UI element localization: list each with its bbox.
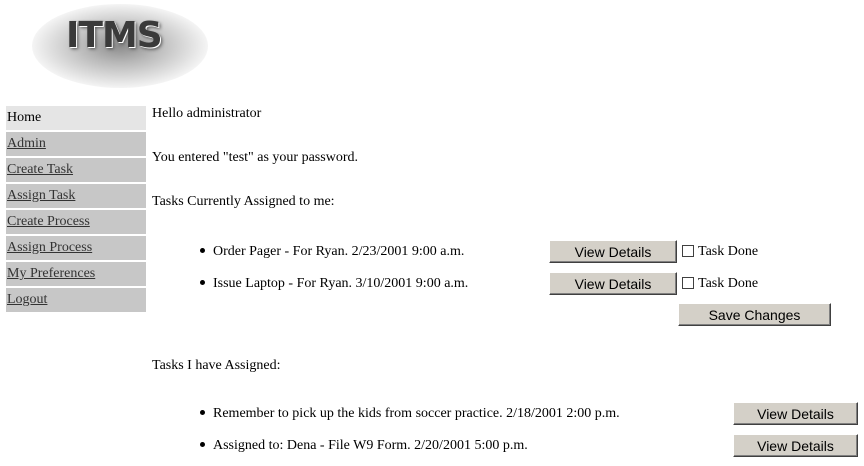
task-done-control: Task Done [682, 240, 758, 264]
task-text: Assigned to: Dena - File W9 Form. 2/20/2… [213, 438, 528, 453]
page: ITMS Home Admin Create Task Assign Task … [0, 0, 864, 466]
list-item: Order Pager - For Ryan. 2/23/2001 9:00 a… [200, 240, 464, 264]
sidebar-item-logout[interactable]: Logout [6, 288, 146, 312]
sidebar-item-assign-process[interactable]: Assign Process [6, 236, 146, 260]
logo-text: ITMS [66, 15, 163, 56]
sidebar-item-create-process[interactable]: Create Process [6, 210, 146, 234]
list-item: Assigned to: Dena - File W9 Form. 2/20/2… [200, 434, 528, 458]
task-done-control: Task Done [682, 272, 758, 296]
logo: ITMS [6, 0, 236, 96]
task-text: Order Pager - For Ryan. 2/23/2001 9:00 a… [213, 244, 465, 259]
bullet-icon [200, 248, 205, 254]
task-text: Issue Laptop - For Ryan. 3/10/2001 9:00 … [213, 276, 469, 291]
sidebar-item-assign-task[interactable]: Assign Task [6, 184, 146, 208]
view-details-button[interactable]: View Details [549, 240, 677, 263]
greeting-text: Hello administrator [152, 106, 262, 121]
sidebar-item-create-task[interactable]: Create Task [6, 158, 146, 182]
task-text: Remember to pick up the kids from soccer… [213, 406, 620, 421]
save-changes-button[interactable]: Save Changes [678, 303, 831, 326]
list-item: Remember to pick up the kids from soccer… [200, 402, 620, 426]
sidebar-item-admin[interactable]: Admin [6, 132, 146, 156]
task-done-label: Task Done [698, 276, 759, 291]
sidebar-nav: Home Admin Create Task Assign Task Creat… [6, 106, 146, 314]
view-details-button[interactable]: View Details [549, 272, 677, 295]
list-item: Issue Laptop - For Ryan. 3/10/2001 9:00 … [200, 272, 468, 296]
view-details-button[interactable]: View Details [733, 434, 858, 457]
i-have-assigned-heading: Tasks I have Assigned: [152, 358, 281, 373]
bullet-icon [200, 410, 205, 416]
task-done-label: Task Done [698, 244, 759, 259]
sidebar-item-my-preferences[interactable]: My Preferences [6, 262, 146, 286]
password-message: You entered "test" as your password. [152, 150, 358, 165]
assigned-to-me-heading: Tasks Currently Assigned to me: [152, 194, 335, 209]
task-done-checkbox[interactable] [682, 244, 694, 257]
sidebar-item-home[interactable]: Home [6, 106, 146, 130]
task-done-checkbox[interactable] [682, 276, 694, 289]
bullet-icon [200, 280, 205, 286]
bullet-icon [200, 442, 205, 448]
view-details-button[interactable]: View Details [733, 402, 858, 425]
